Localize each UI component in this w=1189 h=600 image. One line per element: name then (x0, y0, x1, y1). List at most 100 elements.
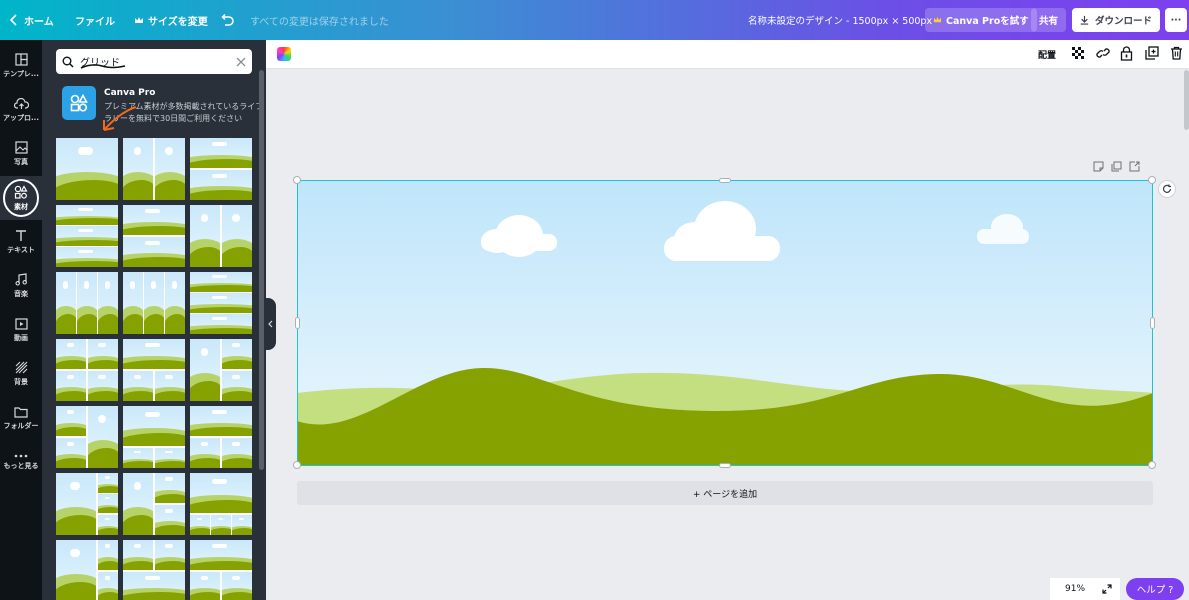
grid-cell (98, 272, 118, 334)
grid-thumbnail[interactable] (123, 540, 185, 600)
grid-cell (190, 169, 252, 200)
canvas-scrollbar[interactable] (1184, 70, 1189, 130)
grid-thumbnail[interactable] (190, 205, 252, 267)
grid-thumbnail[interactable] (123, 205, 185, 267)
grid-cell (87, 339, 118, 370)
grid-cell (190, 571, 221, 600)
rail-item-uploads[interactable]: アップロ... (0, 88, 42, 132)
saved-status-text: すべての変更は保存されました (250, 16, 389, 28)
duplicate-icon[interactable] (1145, 46, 1159, 60)
grid-cell (221, 370, 252, 401)
resize-handle-bottom-right[interactable] (1148, 461, 1156, 469)
zoom-label: 91% (1065, 584, 1086, 594)
grid-thumbnail[interactable] (190, 473, 252, 535)
grid-cell (190, 272, 252, 292)
add-page-icon[interactable] (1129, 161, 1140, 172)
resize-handle-bottom-left[interactable] (293, 461, 301, 469)
resize-label: サイズを変更 (148, 16, 208, 28)
rail-item-templates[interactable]: テンプレ... (0, 44, 42, 88)
upload-icon (13, 97, 29, 109)
rail-item-music[interactable]: 音楽 (0, 264, 42, 308)
file-menu[interactable]: ファイル (75, 0, 115, 40)
grid-thumbnail[interactable] (123, 272, 185, 334)
arrange-button[interactable]: 配置 (1038, 48, 1056, 61)
grid-cell (190, 473, 252, 514)
rail-label: 背景 (14, 378, 28, 386)
grid-thumbnail[interactable] (56, 339, 118, 401)
undo-button[interactable] (220, 0, 234, 40)
link-icon[interactable] (1096, 46, 1110, 60)
grid-cell (97, 473, 118, 493)
grid-thumbnail[interactable] (123, 138, 185, 200)
rail-label: 写真 (14, 158, 28, 166)
grid-thumbnail[interactable] (190, 138, 252, 200)
grid-cell (56, 406, 87, 437)
crown-icon (933, 16, 942, 23)
grid-cell (221, 339, 252, 370)
grid-cell (211, 514, 231, 535)
help-button[interactable]: ヘルプ ? (1126, 578, 1184, 600)
resize-handle-left[interactable] (295, 317, 300, 329)
document-title[interactable]: 名称未設定のデザイン - 1500px × 500px (748, 0, 932, 40)
grid-thumbnail[interactable] (190, 272, 252, 334)
rail-item-text[interactable]: テキスト (0, 220, 42, 264)
grid-thumbnail[interactable] (123, 339, 185, 401)
grid-cell (123, 339, 185, 370)
try-canva-pro-button[interactable]: Canva Proを試す (925, 8, 1037, 32)
color-picker-button[interactable] (277, 47, 291, 61)
grid-cell (190, 514, 210, 535)
chevron-left-icon (10, 14, 17, 26)
page-notes-icon[interactable] (1093, 161, 1104, 172)
grid-cell (87, 406, 118, 468)
resize-handle-top-right[interactable] (1148, 176, 1156, 184)
collapse-panel-button[interactable] (264, 298, 276, 350)
grid-thumbnail[interactable] (56, 138, 118, 200)
grid-thumbnail[interactable] (56, 473, 118, 535)
grid-cell (56, 540, 97, 600)
clear-search-icon[interactable] (236, 57, 246, 67)
search-icon (62, 56, 74, 68)
lock-icon[interactable] (1120, 46, 1133, 61)
add-page-button[interactable]: + ページを追加 (297, 481, 1153, 505)
grid-thumbnail[interactable] (56, 406, 118, 468)
download-button[interactable]: ダウンロード (1072, 8, 1160, 32)
resize-handle-bottom[interactable] (719, 463, 731, 468)
home-button[interactable]: ホーム (10, 0, 54, 40)
grid-thumbnail[interactable] (56, 540, 118, 600)
fullscreen-icon[interactable] (1102, 584, 1112, 594)
zoom-level[interactable]: 91% (1050, 578, 1120, 600)
grid-thumbnail[interactable] (190, 406, 252, 468)
transparency-icon[interactable] (1071, 46, 1085, 60)
rail-item-background[interactable]: 背景 (0, 352, 42, 396)
grid-thumbnail[interactable] (56, 205, 118, 267)
panel-scrollbar[interactable] (259, 70, 264, 470)
download-label: ダウンロード (1094, 16, 1152, 27)
trash-icon[interactable] (1170, 46, 1183, 60)
grid-thumbnail[interactable] (56, 272, 118, 334)
page-tools (1093, 161, 1140, 172)
resize-button[interactable]: サイズを変更 (134, 0, 208, 40)
grid-thumbnail[interactable] (190, 540, 252, 600)
grid-thumbnail[interactable] (123, 406, 185, 468)
design-page[interactable] (297, 181, 1153, 465)
more-options-button[interactable]: ··· (1165, 8, 1187, 32)
grid-thumbnail[interactable] (190, 339, 252, 401)
canva-pro-promo[interactable]: Canva Pro プレミアム素材が多数掲載されているライブラリーを無料で30日… (62, 86, 263, 126)
grid-thumbnail[interactable] (123, 473, 185, 535)
rail-item-folder[interactable]: フォルダー (0, 396, 42, 440)
resize-handle-top-left[interactable] (293, 176, 301, 184)
rotate-handle[interactable] (1158, 180, 1176, 198)
resize-handle-right[interactable] (1150, 317, 1155, 329)
home-label: ホーム (24, 16, 54, 28)
cloud (664, 201, 780, 261)
rail-item-photos[interactable]: 写真 (0, 132, 42, 176)
rail-item-more[interactable]: もっと見る (0, 440, 42, 484)
grid-cell (190, 138, 252, 169)
resize-handle-top[interactable] (719, 178, 731, 183)
duplicate-page-icon[interactable] (1111, 161, 1122, 172)
grid-cell (56, 272, 76, 334)
rail-item-video[interactable]: 動画 (0, 308, 42, 352)
grid-cell (190, 437, 221, 468)
share-button[interactable]: 共有 (1031, 8, 1067, 32)
grid-cell (190, 205, 221, 267)
